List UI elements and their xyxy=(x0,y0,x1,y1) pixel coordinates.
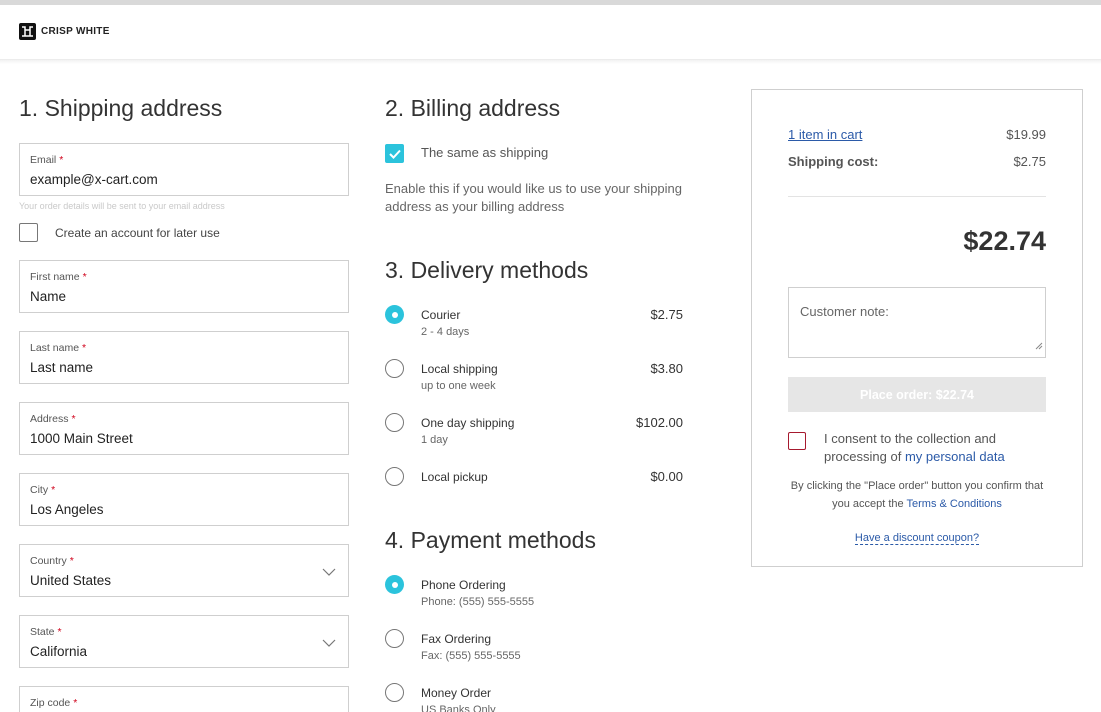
shipping-cost-label: Shipping cost: xyxy=(788,154,879,169)
coupon-row: Have a discount coupon? xyxy=(752,532,1082,545)
delivery-radio-local-pickup[interactable] xyxy=(385,467,404,486)
delivery-name-one-day: One day shipping xyxy=(421,416,515,430)
site-header: CRISP WHITE xyxy=(0,5,1101,60)
zip-label: Zip code * xyxy=(30,697,78,709)
delivery-sub-courier: 2 - 4 days xyxy=(421,326,470,338)
delivery-radio-local-shipping[interactable] xyxy=(385,359,404,378)
payment-sub-fax: Fax: (555) 555-5555 xyxy=(421,650,521,662)
billing-title: 2. Billing address xyxy=(385,95,561,121)
address-field[interactable]: Address * 1000 Main Street xyxy=(19,402,349,455)
email-hint: Your order details will be sent to your … xyxy=(19,201,225,211)
chevron-down-icon xyxy=(322,634,336,652)
create-account-checkbox[interactable] xyxy=(19,223,38,242)
country-label: Country * xyxy=(30,555,74,567)
city-field[interactable]: City * Los Angeles xyxy=(19,473,349,526)
payment-name-phone: Phone Ordering xyxy=(421,578,506,592)
same-as-shipping-checkbox[interactable] xyxy=(385,144,404,163)
personal-data-link[interactable]: my personal data xyxy=(905,449,1005,464)
email-field[interactable]: Email * example@x-cart.com xyxy=(19,143,349,196)
header-shadow xyxy=(0,60,1101,64)
state-value: California xyxy=(30,644,88,659)
shipping-title: 1. Shipping address xyxy=(19,95,223,121)
consent-text: I consent to the collection and processi… xyxy=(824,431,1005,464)
place-order-button[interactable]: Place order: $22.74 xyxy=(788,377,1046,412)
cart-items-link[interactable]: 1 item in cart xyxy=(788,127,862,142)
create-account-row[interactable]: Create an account for later use xyxy=(19,223,220,242)
checkmark-icon xyxy=(388,149,401,159)
last-name-field[interactable]: Last name * Last name xyxy=(19,331,349,384)
payment-radio-fax[interactable] xyxy=(385,629,404,648)
first-name-field[interactable]: First name * Name xyxy=(19,260,349,313)
discount-coupon-link[interactable]: Have a discount coupon? xyxy=(854,532,980,545)
state-label: State * xyxy=(30,626,62,638)
payment-radio-phone[interactable] xyxy=(385,575,404,594)
payment-name-fax: Fax Ordering xyxy=(421,632,492,646)
customer-note-textarea[interactable]: Customer note: xyxy=(788,287,1046,358)
payment-radio-money-order[interactable] xyxy=(385,683,404,702)
terms-text: By clicking the "Place order" button you… xyxy=(790,480,1044,510)
delivery-radio-courier[interactable] xyxy=(385,305,404,324)
delivery-price-courier: $2.75 xyxy=(650,307,683,322)
delivery-price-one-day: $102.00 xyxy=(636,415,683,430)
first-name-label: First name * xyxy=(30,271,87,283)
email-label: Email * xyxy=(30,154,64,166)
brand-logo[interactable]: CRISP WHITE xyxy=(19,23,110,40)
delivery-radio-one-day[interactable] xyxy=(385,413,404,432)
delivery-price-local-pickup: $0.00 xyxy=(650,469,683,484)
payment-name-money-order: Money Order xyxy=(421,686,492,700)
delivery-name-courier: Courier xyxy=(421,308,461,322)
country-value: United States xyxy=(30,573,112,588)
address-value: 1000 Main Street xyxy=(30,431,133,446)
state-select[interactable]: State * California xyxy=(19,615,349,668)
cart-items-price: $19.99 xyxy=(1006,127,1046,142)
country-select[interactable]: Country * United States xyxy=(19,544,349,597)
city-label: City * xyxy=(30,484,56,496)
delivery-name-local-pickup: Local pickup xyxy=(421,470,488,484)
chevron-down-icon xyxy=(322,563,336,581)
payment-sub-phone: Phone: (555) 555-5555 xyxy=(421,596,535,608)
order-summary: 1 item in cart $19.99 Shipping cost: $2.… xyxy=(751,89,1083,567)
last-name-value: Last name xyxy=(30,360,94,375)
city-value: Los Angeles xyxy=(30,502,104,517)
billing-description: Enable this if you would like us to use … xyxy=(385,181,683,214)
customer-note-placeholder: Customer note: xyxy=(800,304,889,319)
delivery-sub-one-day: 1 day xyxy=(421,434,448,446)
delivery-name-local-shipping: Local shipping xyxy=(421,362,498,376)
payment-sub-money-order: US Banks Only xyxy=(421,704,496,712)
create-account-label: Create an account for later use xyxy=(55,225,220,240)
brand-logo-icon xyxy=(19,23,36,40)
brand-name: CRISP WHITE xyxy=(41,26,110,37)
resize-grip-icon[interactable] xyxy=(1035,337,1043,355)
shipping-cost-price: $2.75 xyxy=(1013,154,1046,169)
last-name-label: Last name * xyxy=(30,342,87,354)
zip-field[interactable]: Zip code * xyxy=(19,686,349,712)
same-as-shipping-label: The same as shipping xyxy=(421,145,549,160)
delivery-title: 3. Delivery methods xyxy=(385,257,589,283)
address-label: Address * xyxy=(30,413,76,425)
order-total: $22.74 xyxy=(963,226,1046,256)
delivery-sub-local-shipping: up to one week xyxy=(421,380,496,392)
first-name-value: Name xyxy=(30,289,67,304)
consent-checkbox[interactable] xyxy=(788,432,806,450)
payment-title: 4. Payment methods xyxy=(385,527,596,553)
delivery-price-local-shipping: $3.80 xyxy=(650,361,683,376)
terms-link[interactable]: Terms & Conditions xyxy=(907,498,1002,510)
email-value: example@x-cart.com xyxy=(30,172,158,187)
summary-divider xyxy=(788,196,1046,197)
